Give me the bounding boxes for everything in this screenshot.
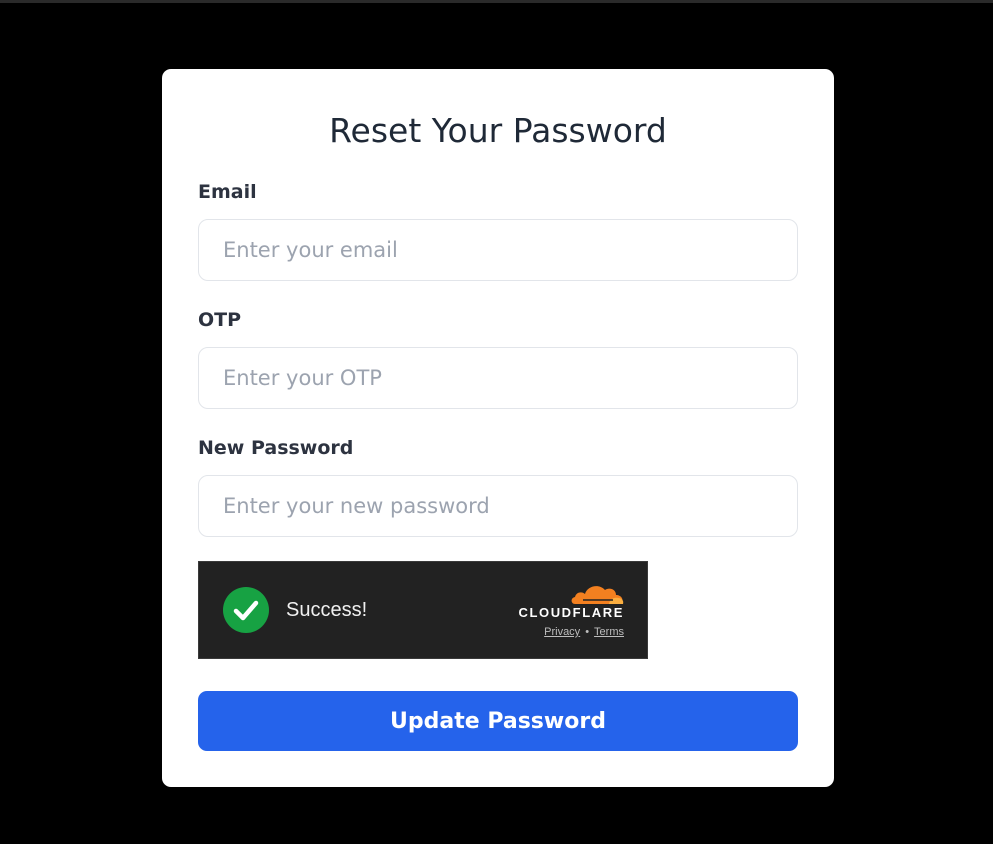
cloudflare-wordmark: CLOUDFLARE xyxy=(518,605,624,620)
cloudflare-turnstile-widget[interactable]: Success! CLOUDFLARE Privacy • Terms xyxy=(198,561,648,659)
captcha-links: Privacy • Terms xyxy=(544,626,624,638)
browser-top-strip xyxy=(0,0,993,3)
privacy-link[interactable]: Privacy xyxy=(544,626,580,638)
otp-field[interactable] xyxy=(198,347,798,409)
captcha-status-text: Success! xyxy=(286,599,368,621)
cloudflare-cloud-icon xyxy=(571,586,624,604)
page-title: Reset Your Password xyxy=(329,111,667,150)
terms-link[interactable]: Terms xyxy=(594,626,624,638)
new-password-field[interactable] xyxy=(198,475,798,537)
reset-password-card: Reset Your Password Email OTP New Passwo… xyxy=(162,69,834,787)
update-password-button[interactable]: Update Password xyxy=(198,691,798,751)
check-circle-icon xyxy=(223,587,269,633)
otp-label: OTP xyxy=(198,309,242,331)
link-separator: • xyxy=(585,626,590,638)
email-label: Email xyxy=(198,181,257,203)
email-field[interactable] xyxy=(198,219,798,281)
new-password-label: New Password xyxy=(198,437,354,459)
